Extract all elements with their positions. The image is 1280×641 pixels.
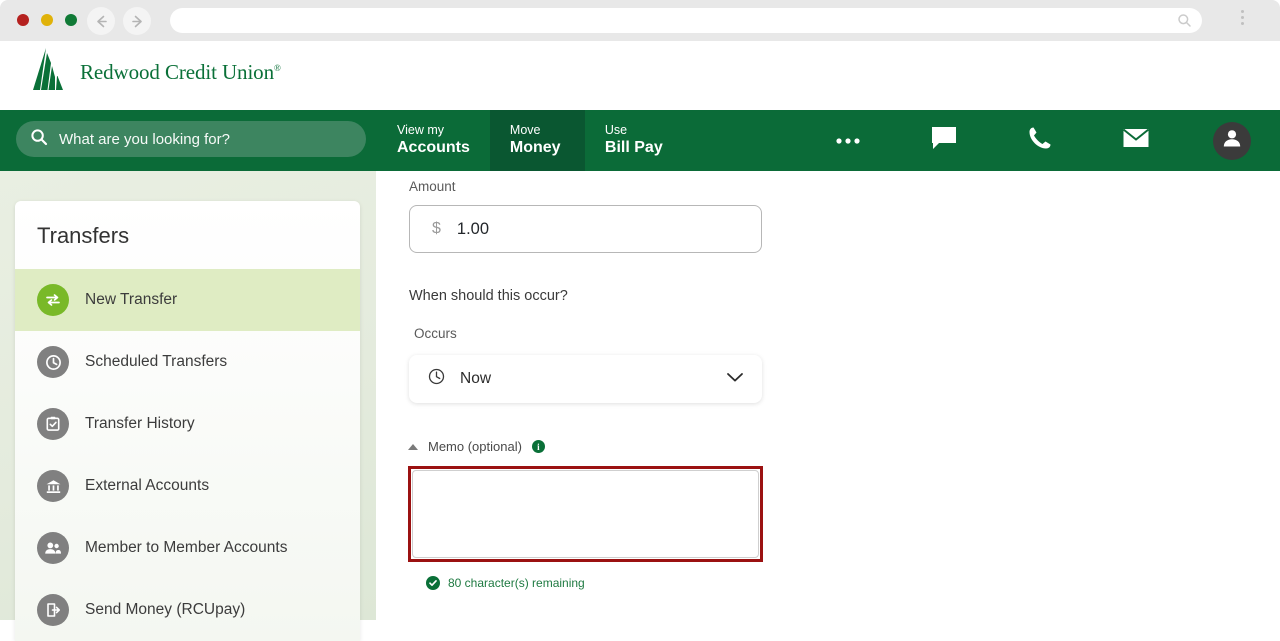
currency-symbol: $ bbox=[432, 220, 441, 237]
user-avatar-icon bbox=[1221, 127, 1243, 154]
when-should-occur-heading: When should this occur? bbox=[409, 288, 568, 304]
envelope-icon bbox=[1122, 127, 1150, 154]
nav-tabs: View my Accounts Move Money Use Bill Pay bbox=[377, 110, 683, 171]
messages-button[interactable] bbox=[1088, 110, 1184, 171]
browser-chrome bbox=[0, 0, 1280, 41]
maximize-window-button[interactable] bbox=[65, 14, 77, 26]
clock-icon bbox=[427, 367, 446, 391]
forward-arrow-icon bbox=[129, 13, 146, 30]
sidebar-item-label: New Transfer bbox=[85, 291, 178, 308]
search-input[interactable]: What are you looking for? bbox=[16, 121, 366, 157]
nav-tab-top-label: Use bbox=[604, 123, 628, 137]
chevron-down-icon bbox=[726, 370, 744, 388]
more-options-icon bbox=[835, 132, 861, 150]
amount-value: 1.00 bbox=[456, 219, 490, 238]
nav-tab-top-label: Move bbox=[509, 123, 541, 137]
nav-tab-use-bill-pay[interactable]: Use Bill Pay bbox=[585, 110, 683, 171]
sidebar-item-external-accounts[interactable]: External Accounts bbox=[15, 455, 360, 517]
search-icon bbox=[30, 128, 48, 151]
memo-header[interactable]: Memo (optional) i bbox=[408, 439, 545, 454]
minimize-window-button[interactable] bbox=[41, 14, 53, 26]
sidebar-item-transfer-history[interactable]: Transfer History bbox=[15, 393, 360, 455]
memo-highlight-box bbox=[408, 466, 763, 562]
back-button[interactable] bbox=[87, 7, 115, 35]
sidebar-item-scheduled-transfers[interactable]: Scheduled Transfers bbox=[15, 331, 360, 393]
phone-button[interactable] bbox=[992, 110, 1088, 171]
avatar bbox=[1213, 121, 1251, 160]
sidebar-item-member-to-member-accounts[interactable]: Member to Member Accounts bbox=[15, 517, 360, 579]
browser-nav-arrows bbox=[87, 7, 151, 35]
info-icon[interactable]: i bbox=[531, 440, 545, 453]
sidebar-item-label: Transfer History bbox=[85, 415, 195, 432]
sidebar-item-label: Send Money (RCUpay) bbox=[85, 601, 246, 618]
page-body: Transfers New Transfer Scheduled Transfe… bbox=[0, 171, 1280, 641]
window-traffic-lights bbox=[17, 14, 77, 26]
occurs-dropdown[interactable]: Now bbox=[409, 355, 762, 403]
back-arrow-icon bbox=[93, 13, 110, 30]
occurs-selected-value: Now bbox=[460, 370, 492, 387]
nav-tab-view-my-accounts[interactable]: View my Accounts bbox=[377, 110, 490, 171]
clock-icon bbox=[37, 346, 69, 378]
chat-icon bbox=[930, 125, 958, 156]
brand-logo-link[interactable]: Redwood Credit Union® bbox=[30, 46, 281, 99]
nav-tab-move-money[interactable]: Move Money bbox=[489, 110, 585, 171]
memo-label: Memo (optional) bbox=[428, 439, 522, 454]
character-counter-text: 80 character(s) remaining bbox=[448, 576, 585, 590]
check-circle-icon bbox=[426, 576, 440, 590]
send-money-icon bbox=[37, 594, 69, 626]
sidebar-item-new-transfer[interactable]: New Transfer bbox=[15, 269, 360, 331]
kebab-menu-icon[interactable] bbox=[1241, 10, 1244, 25]
people-icon bbox=[37, 532, 69, 564]
sidebar-item-label: External Accounts bbox=[85, 477, 210, 494]
transfer-arrows-icon bbox=[37, 284, 69, 316]
url-bar[interactable] bbox=[170, 8, 1202, 33]
caret-up-icon[interactable] bbox=[408, 443, 418, 450]
brand-header: Redwood Credit Union® bbox=[0, 41, 1280, 110]
transfer-form: Amount $ 1.00 When should this occur? Oc… bbox=[376, 171, 1280, 620]
nav-icon-group bbox=[800, 110, 1280, 171]
character-counter: 80 character(s) remaining bbox=[426, 576, 585, 590]
nav-tab-top-label: View my bbox=[397, 123, 445, 137]
search-placeholder-text: What are you looking for? bbox=[59, 130, 230, 148]
brand-name: Redwood Credit Union® bbox=[80, 60, 281, 84]
amount-label: Amount bbox=[409, 179, 456, 194]
page-title: Transfers bbox=[37, 223, 130, 248]
sidebar-item-send-money-rcupay[interactable]: Send Money (RCUpay) bbox=[15, 579, 360, 641]
chat-button[interactable] bbox=[896, 110, 992, 171]
close-window-button[interactable] bbox=[17, 14, 29, 26]
occurs-label: Occurs bbox=[414, 326, 457, 341]
transfers-sidebar: Transfers New Transfer Scheduled Transfe… bbox=[15, 201, 360, 641]
trademark-symbol: ® bbox=[273, 63, 281, 73]
more-options-button[interactable] bbox=[800, 110, 896, 171]
nav-tab-bottom-label: Money bbox=[509, 139, 561, 156]
profile-button[interactable] bbox=[1184, 110, 1280, 171]
search-icon bbox=[1177, 13, 1192, 33]
phone-icon bbox=[1027, 125, 1053, 156]
sidebar-item-label: Member to Member Accounts bbox=[85, 539, 288, 556]
amount-field[interactable]: $ 1.00 bbox=[409, 205, 762, 253]
bank-icon bbox=[37, 470, 69, 502]
sidebar-item-label: Scheduled Transfers bbox=[85, 353, 228, 370]
clipboard-check-icon bbox=[37, 408, 69, 440]
forward-button[interactable] bbox=[123, 7, 151, 35]
nav-tab-bottom-label: Accounts bbox=[397, 139, 470, 156]
memo-input[interactable] bbox=[412, 470, 759, 558]
redwood-tree-logo bbox=[30, 46, 70, 99]
nav-tab-bottom-label: Bill Pay bbox=[604, 139, 663, 156]
